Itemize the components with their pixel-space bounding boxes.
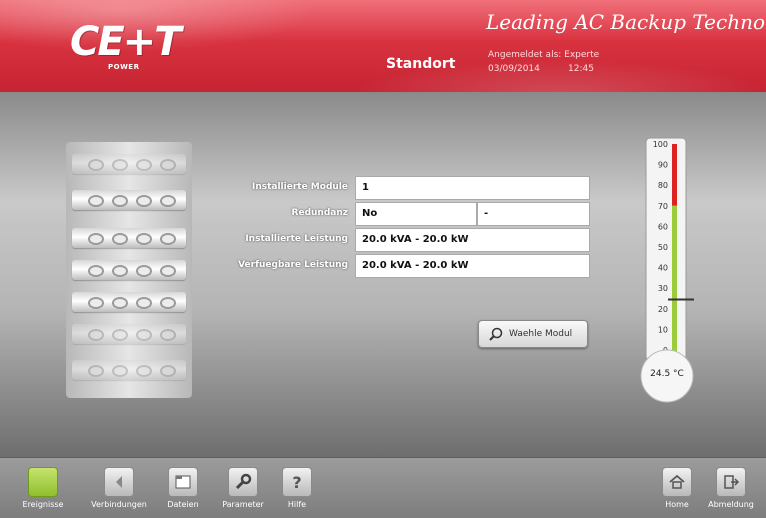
module-rack[interactable] [66, 142, 192, 398]
logo-text: CE+T [70, 19, 181, 65]
login-status: Angemeldet als: Experte [488, 50, 600, 60]
redundancy-extra: - [477, 202, 590, 226]
scale-label: 60 [658, 222, 668, 231]
files-icon [175, 475, 191, 489]
events-label: Ereignisse [22, 500, 64, 509]
events-icon [34, 473, 52, 491]
connections-label: Verbindungen [91, 500, 147, 509]
files-label: Dateien [167, 500, 199, 509]
connections-button[interactable] [104, 467, 134, 497]
scale-label: 80 [658, 181, 668, 190]
scale-label: 50 [658, 243, 668, 252]
scale-label: 10 [658, 325, 668, 334]
select-module-button[interactable]: Waehle Modul [478, 320, 588, 348]
search-icon [489, 327, 503, 341]
home-label: Home [665, 500, 689, 509]
temperature-readout: 24.5 °C [650, 369, 684, 379]
logout-label: Abmeldung [708, 500, 754, 509]
redundancy-value: No [355, 202, 477, 226]
cet-logo: CE+T POWER [70, 20, 181, 72]
header-bar: CE+T POWER Leading AC Backup Technology … [0, 0, 766, 92]
rack-slot [72, 190, 186, 210]
redundancy-label: Redundanz [291, 208, 348, 218]
parameter-button[interactable] [228, 467, 258, 497]
logo-subtitle: POWER [108, 63, 140, 71]
svg-text:?: ? [292, 473, 301, 491]
slogan: Leading AC Backup Technology [486, 10, 766, 34]
events-button[interactable] [28, 467, 58, 497]
home-icon [669, 474, 685, 489]
rack-slot [72, 292, 186, 312]
help-button[interactable]: ? [282, 467, 312, 497]
home-button[interactable] [662, 467, 692, 497]
installed-modules-label: Installierte Module [251, 182, 348, 192]
scale-label: 90 [658, 161, 668, 170]
scale-label: 20 [658, 305, 668, 314]
rack-slot [72, 154, 186, 174]
rack-slot [72, 360, 186, 380]
scale-label: 40 [658, 264, 668, 273]
temperature-gauge: 1009080706050403020100 24.5 °C [636, 136, 698, 404]
scale-label: 70 [658, 202, 668, 211]
scale-label: 100 [653, 140, 668, 149]
parameter-label: Parameter [222, 500, 264, 509]
installed-power-label: Installierte Leistung [245, 234, 348, 244]
help-label: Hilfe [287, 500, 307, 509]
installed-power-value: 20.0 kVA - 20.0 kW [355, 228, 590, 252]
location-title[interactable]: Standort [386, 56, 455, 72]
thermometer-danger-zone [672, 144, 677, 206]
files-button[interactable] [168, 467, 198, 497]
wrench-icon [235, 473, 252, 490]
logout-icon [724, 475, 740, 489]
rack-slot [72, 228, 186, 248]
available-power-value: 20.0 kVA - 20.0 kW [355, 254, 590, 278]
help-icon: ? [292, 473, 301, 491]
rack-slot [72, 260, 186, 280]
connections-icon [116, 476, 122, 488]
thermometer-graphic: 1009080706050403020100 [640, 137, 694, 403]
select-module-label: Waehle Modul [509, 329, 573, 339]
scale-label: 30 [658, 284, 668, 293]
login-date: 03/09/2014 [488, 64, 540, 74]
login-time: 12:45 [568, 64, 594, 74]
available-power-label: Verfuegbare Leistung [238, 260, 348, 270]
logout-button[interactable] [716, 467, 746, 497]
installed-modules-value: 1 [355, 176, 590, 200]
rack-slot [72, 324, 186, 344]
thermometer-safe-zone [672, 205, 677, 362]
